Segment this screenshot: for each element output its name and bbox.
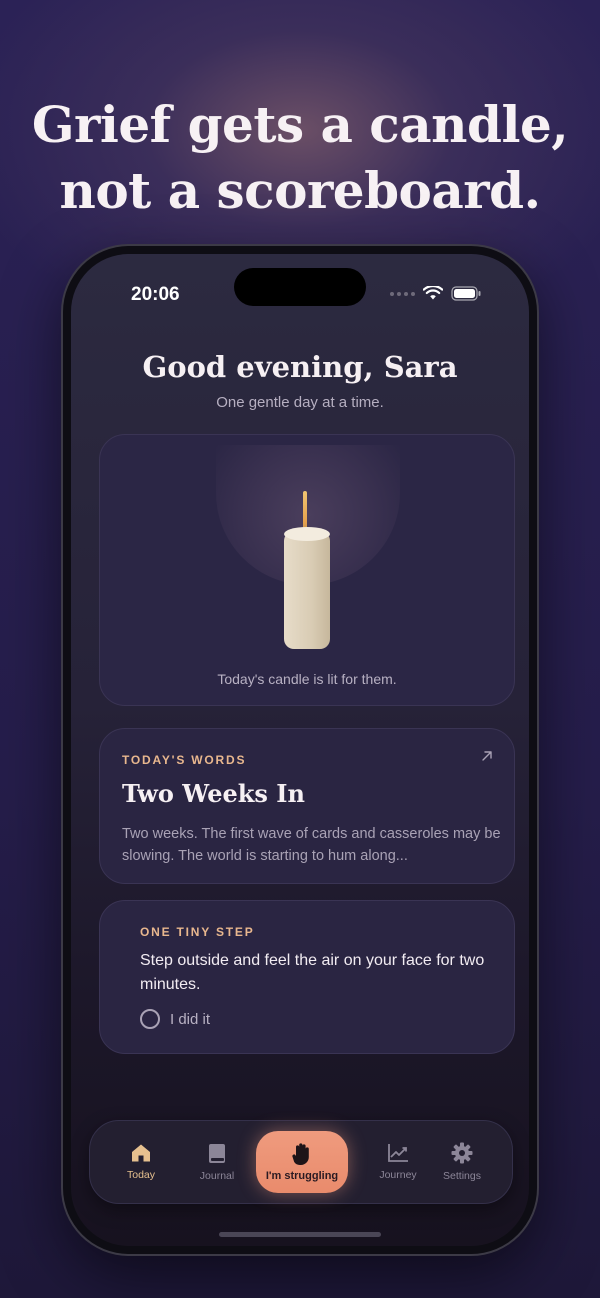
chart-icon bbox=[388, 1144, 408, 1162]
tab-journal[interactable]: Journal bbox=[179, 1121, 255, 1203]
candle-icon bbox=[284, 531, 330, 649]
phone-screen: 20:06 Good evening, Sara One gentle day bbox=[71, 254, 529, 1246]
candle-caption: Today's candle is lit for them. bbox=[217, 671, 397, 687]
tab-struggling-label: I'm struggling bbox=[265, 1170, 339, 1182]
candle-card: Today's candle is lit for them. bbox=[99, 434, 515, 706]
tab-settings-label: Settings bbox=[443, 1170, 481, 1182]
marketing-headline: Grief gets a candle, not a scoreboard. bbox=[0, 92, 600, 224]
tab-journal-label: Journal bbox=[199, 1169, 235, 1182]
status-indicators bbox=[390, 286, 481, 301]
did-it-checkbox[interactable]: I did it bbox=[140, 1009, 210, 1029]
tab-today[interactable]: Today bbox=[103, 1121, 179, 1203]
tiny-step-eyebrow: ONE TINY STEP bbox=[140, 925, 255, 939]
todays-words-excerpt: Two weeks. The first wave of cards and c… bbox=[122, 826, 501, 864]
wifi-icon bbox=[423, 286, 443, 301]
todays-words-eyebrow: TODAY'S WORDS bbox=[122, 753, 247, 767]
todays-words-card[interactable]: TODAY'S WORDS Two Weeks In Two weeks. Th… bbox=[99, 728, 515, 884]
tab-settings[interactable]: Settings bbox=[424, 1121, 500, 1203]
todays-words-title: Two Weeks In bbox=[122, 779, 305, 808]
candle-top bbox=[284, 527, 330, 541]
home-indicator[interactable] bbox=[219, 1232, 381, 1237]
tiny-step-card: ONE TINY STEP Step outside and feel the … bbox=[99, 900, 515, 1054]
signal-icon bbox=[390, 291, 415, 296]
gear-icon bbox=[451, 1142, 473, 1164]
arrow-up-right-icon[interactable] bbox=[480, 749, 494, 768]
tab-bar: Today Journal I'm struggling Journey Set… bbox=[89, 1120, 513, 1204]
tiny-step-text: Step outside and feel the air on your fa… bbox=[140, 952, 485, 993]
tab-journey-label: Journey bbox=[379, 1169, 417, 1181]
dynamic-island bbox=[234, 268, 366, 306]
greeting-subtitle: One gentle day at a time. bbox=[216, 394, 384, 411]
did-it-label: I did it bbox=[170, 1010, 211, 1028]
phone-frame: 20:06 Good evening, Sara One gentle day bbox=[63, 246, 537, 1254]
status-time: 20:06 bbox=[131, 284, 180, 305]
battery-icon bbox=[451, 286, 481, 301]
tab-today-label: Today bbox=[126, 1169, 156, 1181]
headline-line-2: not a scoreboard. bbox=[59, 161, 541, 220]
circle-check-icon[interactable] bbox=[140, 1009, 160, 1029]
house-icon bbox=[132, 1144, 150, 1162]
headline-line-1: Grief gets a candle, bbox=[31, 95, 569, 154]
hand-icon bbox=[292, 1143, 309, 1165]
greeting-title: Good evening, Sara bbox=[142, 350, 458, 384]
tab-struggling[interactable]: I'm struggling bbox=[256, 1131, 348, 1193]
book-icon bbox=[209, 1143, 225, 1163]
